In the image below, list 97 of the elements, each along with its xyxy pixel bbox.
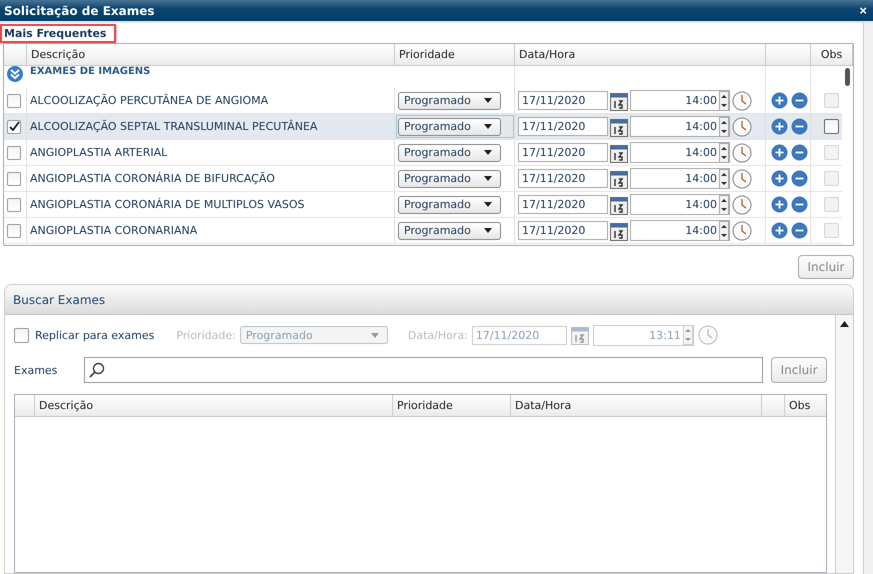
calendar-icon[interactable] [610, 116, 628, 136]
table-row[interactable]: ANGIOPLASTIA CORONÁRIA DE MULTIPLOS VASOS Programado 17/11/2020 14:00 [4, 192, 842, 218]
section-title: Mais Frequentes [0, 24, 116, 43]
clock-icon[interactable] [732, 220, 752, 240]
time-field[interactable]: 14:00 [630, 220, 730, 241]
add-icon[interactable] [771, 92, 788, 109]
exam-name: ANGIOPLASTIA CORONÁRIA DE BIFURCAÇÃO [30, 172, 275, 185]
panel-title: Buscar Exames [13, 292, 106, 306]
column-header: Data/Hora [511, 395, 762, 416]
column-header: Descrição [35, 395, 393, 416]
exam-name: ANGIOPLASTIA ARTERIAL [30, 146, 168, 159]
exam-name: ALCOOLIZAÇÃO SEPTAL TRANSLUMINAL PECUTÂNEA [30, 120, 318, 133]
search-icon [88, 362, 105, 378]
caret-icon [484, 176, 492, 181]
remove-icon[interactable] [791, 118, 808, 135]
priority-dropdown[interactable]: Programado [398, 144, 501, 162]
checkbox[interactable] [7, 198, 21, 212]
obs-checkbox[interactable] [824, 119, 839, 134]
search-field[interactable] [84, 357, 764, 383]
time-field[interactable]: 14:00 [630, 90, 730, 111]
caret-icon [370, 332, 379, 338]
time-field[interactable]: 14:00 [630, 194, 730, 215]
scrollbar-thumb[interactable] [844, 68, 850, 86]
remove-icon[interactable] [791, 92, 808, 109]
remove-icon[interactable] [791, 144, 808, 161]
checkbox[interactable] [7, 94, 21, 108]
table-row[interactable]: ALCOOLIZAÇÃO SEPTAL TRANSLUMINAL PECUTÂNEA Programado 17/11/2020 14:00 [4, 114, 842, 140]
exams-label: Exames [14, 364, 58, 376]
time-field[interactable]: 14:00 [630, 142, 730, 163]
priority-dropdown[interactable]: Programado [398, 118, 501, 136]
column-header: Descrição [27, 44, 395, 65]
caret-icon [484, 98, 492, 103]
add-icon[interactable] [771, 144, 788, 161]
scroll-up-icon[interactable] [840, 321, 849, 327]
exam-name: ANGIOPLASTIA CORONARIANA [30, 224, 198, 237]
priority-label: Prioridade: [176, 328, 236, 342]
clock-icon[interactable] [732, 116, 752, 136]
table-row[interactable]: ALCOOLIZAÇÃO PERCUTÂNEA DE ANGIOMA Programado 17/11/2020 14:00 [4, 88, 842, 114]
add-icon[interactable] [771, 118, 788, 135]
clock-icon[interactable] [732, 142, 752, 162]
column-header: Obs [811, 44, 853, 65]
time-field[interactable]: 14:00 [630, 116, 730, 137]
clock-icon[interactable] [732, 90, 752, 110]
date-field[interactable]: 17/11/2020 [518, 143, 608, 162]
clock-icon[interactable] [732, 168, 752, 188]
checkbox-label: Replicar para exames [35, 328, 154, 342]
window-title: Solicitação de Exames [4, 4, 155, 18]
calendar-icon[interactable] [610, 168, 628, 188]
exam-name: ALCOOLIZAÇÃO PERCUTÂNEA DE ANGIOMA [30, 94, 268, 107]
date-field[interactable]: 17/11/2020 [518, 195, 608, 214]
table-row[interactable]: ANGIOPLASTIA ARTERIAL Programado 17/11/2020 14:00 [4, 140, 842, 166]
remove-icon[interactable] [791, 196, 808, 213]
caret-icon [484, 124, 492, 129]
exam-name: ANGIOPLASTIA CORONÁRIA DE MULTIPLOS VASOS [30, 198, 305, 211]
checkbox[interactable] [7, 224, 21, 238]
checkbox[interactable] [7, 172, 21, 186]
spinner-icon[interactable] [719, 194, 729, 214]
spinner-icon[interactable] [719, 116, 729, 136]
calendar-icon[interactable] [610, 220, 628, 240]
spinner-icon[interactable] [719, 220, 729, 240]
column-header: Data/Hora [515, 44, 766, 65]
calendar-icon[interactable] [610, 194, 628, 214]
calendar-icon[interactable] [610, 142, 628, 162]
priority-dropdown[interactable]: Programado [398, 92, 501, 110]
add-icon[interactable] [771, 222, 788, 239]
priority-dropdown[interactable]: Programado [398, 170, 501, 188]
clock-icon[interactable] [732, 194, 752, 214]
caret-icon [484, 202, 492, 207]
priority-dropdown[interactable]: Programado [398, 196, 501, 214]
date-field[interactable]: 17/11/2020 [518, 169, 608, 188]
remove-icon[interactable] [791, 222, 808, 239]
group-title: EXAMES DE IMAGENS [30, 66, 150, 77]
column-header: Prioridade [395, 44, 515, 65]
spinner-icon[interactable] [719, 142, 729, 162]
priority-dropdown[interactable]: Programado [398, 222, 501, 240]
checkbox[interactable] [7, 146, 21, 160]
table-row[interactable]: ANGIOPLASTIA CORONÁRIA DE BIFURCAÇÃO Programado 17/11/2020 14:00 [4, 166, 842, 192]
spinner-icon[interactable] [719, 168, 729, 188]
collapse-icon[interactable] [7, 66, 23, 82]
calendar-icon[interactable] [610, 90, 628, 110]
remove-icon[interactable] [791, 170, 808, 187]
date-field[interactable]: 17/11/2020 [518, 221, 608, 240]
caret-icon [484, 150, 492, 155]
table-row[interactable]: ANGIOPLASTIA CORONARIANA Programado 17/11/2020 14:00 [4, 218, 842, 244]
datetime-label: Data/Hora: [408, 328, 468, 342]
add-icon[interactable] [771, 196, 788, 213]
column-header: Prioridade [393, 395, 511, 416]
date-field[interactable]: 17/11/2020 [518, 117, 608, 136]
column-header: Obs [788, 398, 812, 414]
close-button[interactable]: × [857, 4, 869, 17]
add-icon[interactable] [771, 170, 788, 187]
scrollbar[interactable] [863, 23, 873, 574]
spinner-icon[interactable] [719, 90, 729, 110]
time-field[interactable]: 14:00 [630, 168, 730, 189]
caret-icon [484, 228, 492, 233]
checkbox[interactable] [7, 120, 21, 134]
date-field[interactable]: 17/11/2020 [518, 91, 608, 110]
